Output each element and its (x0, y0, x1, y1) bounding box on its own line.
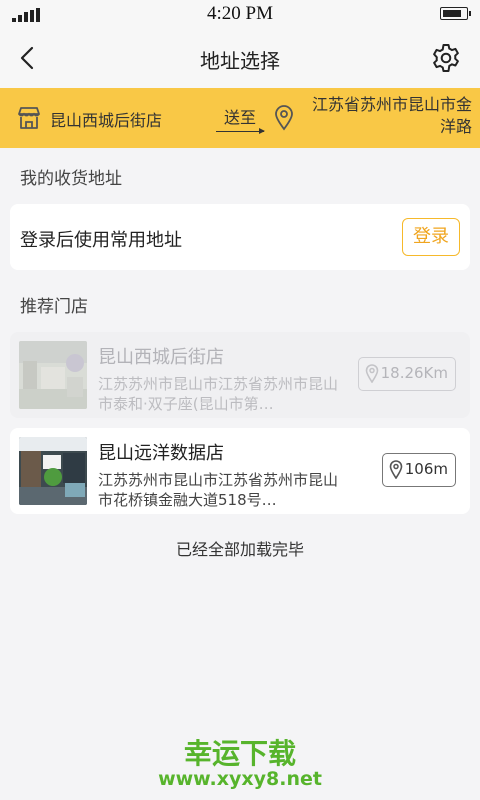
battery-icon (440, 7, 471, 20)
page-title: 地址选择 (200, 49, 280, 73)
store-name: 昆山远洋数据店 (98, 443, 224, 464)
gear-icon[interactable] (430, 42, 462, 74)
store-photo (19, 437, 87, 505)
location-pin-icon (365, 364, 378, 383)
login-prompt-card: 登录后使用常用地址 登录 (10, 204, 470, 270)
location-pin-icon (275, 105, 293, 131)
recommended-section-title: 推荐门店 (20, 297, 88, 317)
status-time: 4:20 PM (207, 3, 273, 24)
watermark-url: www.xyxy8.net (158, 768, 322, 790)
location-pin-icon (389, 460, 403, 479)
distance-badge: 18.26Km (357, 357, 456, 391)
store-address: 江苏苏州市昆山市江苏省苏州市昆山市泰和·双子座(昆山市第… (98, 375, 339, 413)
distance-text: 106m (404, 460, 448, 478)
store-card[interactable]: 昆山西城后街店 江苏苏州市昆山市江苏省苏州市昆山市泰和·双子座(昆山市第… 18… (10, 332, 470, 418)
login-prompt-text: 登录后使用常用地址 (20, 230, 182, 251)
arrow-right-icon (216, 128, 265, 133)
nav-bar: 地址选择 (0, 28, 480, 88)
status-bar: 4:20 PM (0, 0, 480, 28)
store-card[interactable]: 昆山远洋数据店 江苏苏州市昆山市江苏省苏州市昆山市花桥镇金融大道518号… 10… (10, 428, 470, 514)
current-store-bar[interactable]: 昆山西城后街店 送至 江苏省苏州市昆山市金洋路 (0, 88, 480, 148)
store-address: 江苏苏州市昆山市江苏省苏州市昆山市花桥镇金融大道518号… (98, 471, 339, 509)
store-name: 昆山西城后街店 (98, 347, 224, 368)
deliver-to-text: 送至 (224, 108, 257, 127)
delivery-address[interactable]: 江苏省苏州市昆山市金洋路 (300, 94, 472, 138)
my-address-section-title: 我的收货地址 (20, 169, 122, 189)
store-icon (18, 107, 40, 129)
distance-text: 18.26Km (380, 364, 448, 382)
store-photo (19, 341, 87, 409)
deliver-to-label: 送至 (216, 102, 266, 136)
watermark-title: 幸运下载 (183, 737, 296, 770)
list-end-text: 已经全部加载完毕 (175, 540, 304, 559)
login-button[interactable]: 登录 (402, 218, 460, 256)
distance-badge: 106m (381, 453, 456, 487)
current-store-name: 昆山西城后街店 (50, 111, 163, 130)
